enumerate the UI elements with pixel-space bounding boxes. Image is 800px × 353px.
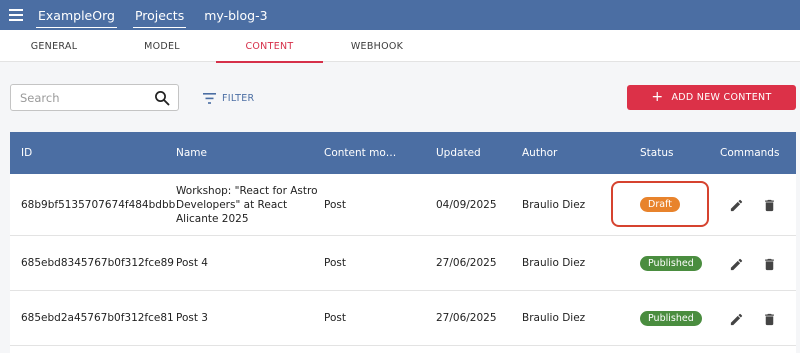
status-badge: Published <box>640 310 702 326</box>
cell-author: Braulio Diez <box>522 198 586 211</box>
table-header: ID Name Content mo… Updated Author Statu… <box>10 132 796 174</box>
add-new-content-button[interactable]: + ADD NEW CONTENT <box>627 85 796 110</box>
cell-content-model: Post <box>324 257 346 269</box>
table-row[interactable]: 685ebd8345767b0f312fce89 Post 4 Post 27/… <box>10 236 796 291</box>
breadcrumb-org[interactable]: ExampleOrg <box>31 0 122 30</box>
header-id[interactable]: ID <box>21 132 32 174</box>
delete-button[interactable] <box>761 256 777 272</box>
pencil-icon <box>730 313 742 325</box>
tab-model[interactable]: MODEL <box>108 30 216 62</box>
cell-updated: 27/06/2025 <box>436 312 497 324</box>
cell-name: Workshop: "React for Astro Developers" a… <box>176 174 318 235</box>
tab-webhook[interactable]: WEBHOOK <box>323 30 431 62</box>
table-row[interactable]: 68b9bf5135707674f484bdbb Workshop: "Reac… <box>10 174 796 236</box>
cell-status: Published <box>640 236 702 290</box>
header-author[interactable]: Author <box>522 132 557 174</box>
content-table: ID Name Content mo… Updated Author Statu… <box>10 132 796 353</box>
tab-bar: GENERAL MODEL CONTENT WEBHOOK <box>0 30 800 63</box>
status-badge: Published <box>640 255 702 271</box>
tab-content[interactable]: CONTENT <box>216 30 323 63</box>
edit-button[interactable] <box>728 311 744 327</box>
breadcrumb-project-name: my-blog-3 <box>204 7 268 23</box>
hamburger-menu-button[interactable] <box>1 0 31 30</box>
delete-button[interactable] <box>761 197 777 213</box>
hamburger-menu-icon <box>9 9 23 21</box>
cell-name-line: Developers" at React <box>176 198 288 211</box>
edit-button[interactable] <box>728 256 744 272</box>
pencil-icon <box>730 258 742 270</box>
search-input[interactable] <box>11 90 149 105</box>
cell-name: Post 3 <box>176 312 208 324</box>
cell-id: 685ebd8345767b0f312fce89 <box>21 257 174 269</box>
cell-author: Braulio Diez <box>522 257 586 269</box>
header-updated[interactable]: Updated <box>436 132 481 174</box>
edit-button[interactable] <box>728 197 744 213</box>
trash-icon <box>764 199 774 211</box>
cell-status: Draft <box>640 174 680 235</box>
breadcrumb-projects[interactable]: Projects <box>128 0 191 30</box>
search-box <box>10 84 179 111</box>
status-badge: Draft <box>640 197 680 212</box>
cell-updated: 27/06/2025 <box>436 257 497 269</box>
search-icon[interactable] <box>154 90 170 106</box>
cell-author: Braulio Diez <box>522 312 586 324</box>
cell-name: Post 4 <box>176 257 208 269</box>
table-row[interactable]: 685ebd2a45767b0f312fce81 Post 3 Post 27/… <box>10 291 796 346</box>
filter-button[interactable]: FILTER <box>203 88 254 108</box>
cell-id: 685ebd2a45767b0f312fce81 <box>21 312 174 324</box>
tab-general[interactable]: GENERAL <box>0 30 108 62</box>
trash-icon <box>764 258 774 270</box>
cell-content-model: Post <box>324 312 346 324</box>
filter-icon <box>203 92 216 104</box>
add-new-content-label: ADD NEW CONTENT <box>671 92 772 103</box>
plus-icon: + <box>651 88 664 105</box>
header-status[interactable]: Status <box>640 132 673 174</box>
header-commands: Commands <box>720 147 780 159</box>
filter-label: FILTER <box>222 92 255 104</box>
top-app-bar: ExampleOrg Projects my-blog-3 <box>0 0 800 30</box>
trash-icon <box>764 313 774 325</box>
header-name[interactable]: Name <box>176 132 207 174</box>
header-content-model[interactable]: Content mo… <box>324 132 396 174</box>
cell-content-model: Post <box>324 198 346 211</box>
cell-name-line: Alicante 2025 <box>176 212 249 225</box>
delete-button[interactable] <box>761 311 777 327</box>
cell-updated: 04/09/2025 <box>436 198 497 211</box>
cell-id: 68b9bf5135707674f484bdbb <box>21 198 176 211</box>
cell-name-line: Workshop: "React for Astro <box>176 184 318 197</box>
pencil-icon <box>730 199 742 211</box>
cell-status: Published <box>640 291 702 345</box>
